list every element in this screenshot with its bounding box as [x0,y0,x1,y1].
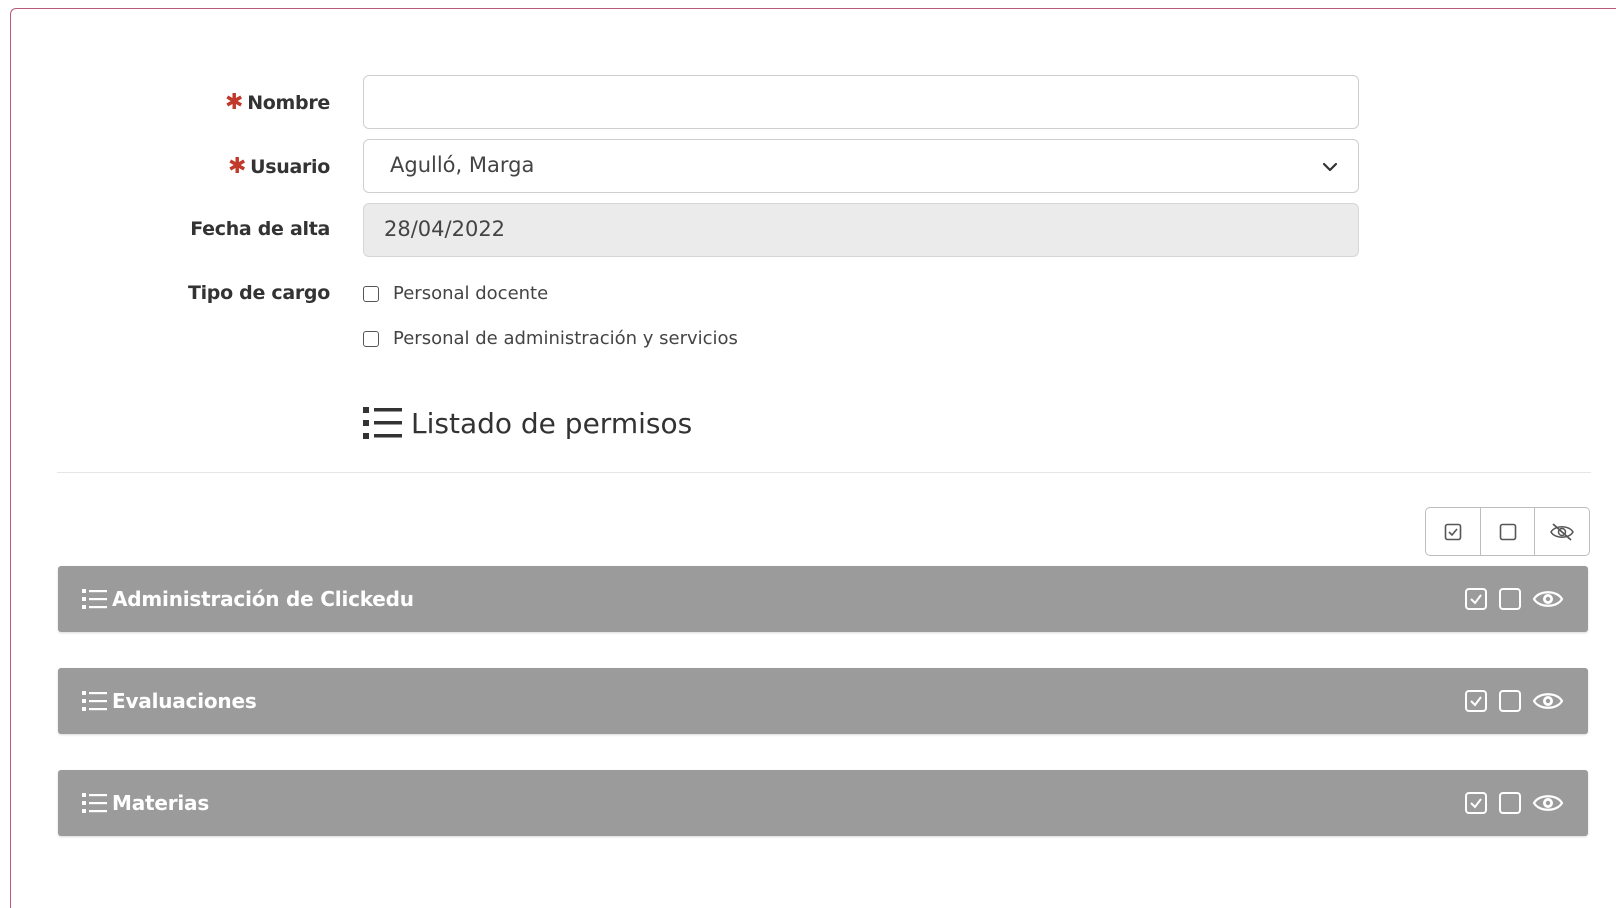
eye-icon[interactable] [1532,791,1564,815]
uncheck-all-icon [1499,523,1516,540]
usuario-label-text: Usuario [250,156,330,178]
personal-docente-checkbox[interactable] [363,285,379,302]
personal-admin-option[interactable]: Personal de administración y servicios [363,328,738,349]
divider [57,472,1591,473]
personal-docente-option[interactable]: Personal docente [363,283,548,304]
eye-icon[interactable] [1532,689,1564,713]
nombre-label: ✱ Nombre [130,90,330,115]
uncheck-section-icon[interactable] [1498,689,1522,713]
permission-section-title[interactable]: Evaluaciones [112,689,257,713]
panel-actions [1464,668,1564,734]
panel-actions [1464,770,1564,836]
permission-section-title[interactable]: Administración de Clickedu [112,587,414,611]
check-section-icon[interactable] [1464,587,1488,611]
permission-section-header[interactable]: Materias [58,770,1588,836]
list-icon [363,407,402,439]
list-icon [82,690,108,712]
permission-section-title[interactable]: Materias [112,791,209,815]
check-section-icon[interactable] [1464,791,1488,815]
personal-admin-checkbox[interactable] [363,330,379,347]
check-all-icon [1444,523,1462,540]
personal-docente-label[interactable]: Personal docente [393,283,548,304]
fecha-alta-label: Fecha de alta [190,218,330,240]
fecha-alta-value: 28/04/2022 [384,217,506,241]
permissions-heading: Listado de permisos [363,405,692,441]
permission-section-header[interactable]: Administración de Clickedu [58,566,1588,632]
uncheck-section-icon[interactable] [1498,791,1522,815]
check-all-button[interactable] [1426,508,1481,555]
usuario-label: ✱ Usuario [130,154,330,179]
nombre-label-text: Nombre [247,92,330,114]
nombre-field[interactable] [363,75,1359,129]
usuario-select-value: Agulló, Marga [390,153,535,177]
permissions-toolbar [1425,507,1590,556]
list-icon [82,588,108,610]
panel-actions [1464,566,1564,632]
chevron-down-icon [1322,162,1338,172]
tipo-cargo-label: Tipo de cargo [187,282,330,304]
hide-all-button[interactable] [1535,508,1589,555]
permissions-heading-text: Listado de permisos [411,406,693,440]
required-marker: ✱ [225,90,244,115]
permission-section-header[interactable]: Evaluaciones [58,668,1588,734]
uncheck-all-button[interactable] [1481,508,1536,555]
check-section-icon[interactable] [1464,689,1488,713]
list-icon [82,792,108,814]
uncheck-section-icon[interactable] [1498,587,1522,611]
fecha-alta-field: 28/04/2022 [363,203,1359,257]
personal-admin-label[interactable]: Personal de administración y servicios [393,328,738,349]
nombre-input[interactable] [364,76,1358,128]
hide-all-icon [1550,522,1575,541]
eye-icon[interactable] [1532,587,1564,611]
usuario-select[interactable]: Agulló, Marga [363,139,1359,193]
required-marker: ✱ [227,154,247,179]
